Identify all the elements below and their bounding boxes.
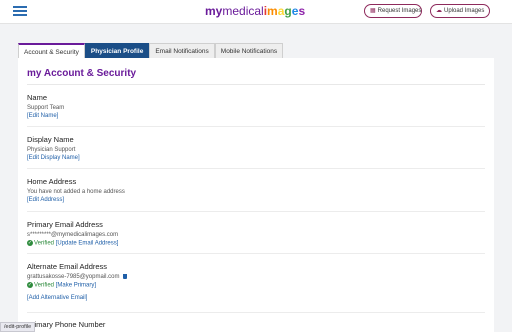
display-name-value: Physician Support <box>27 147 76 153</box>
request-images-button[interactable]: ▦ Request Images <box>364 4 422 18</box>
verified-label: Verified <box>34 240 55 247</box>
name-value: Support Team <box>27 105 65 111</box>
divider <box>27 211 485 212</box>
display-name-section: Display Name Physician Support [Edit Dis… <box>27 135 485 169</box>
divider <box>27 84 485 85</box>
request-icon: ▦ <box>370 8 376 14</box>
request-images-label: Request Images <box>377 8 422 14</box>
home-address-section: Home Address You have not added a home a… <box>27 177 485 212</box>
settings-tabs: Account & Security Physician Profile Ema… <box>18 43 284 58</box>
top-navigation-bar: mymedicalimages ▦ Request Images ☁ Uploa… <box>0 0 512 24</box>
alternate-email-status: ✓ Verified [Make Primary] <box>27 282 485 289</box>
edit-display-name-link[interactable]: [Edit Display Name] <box>27 155 485 161</box>
primary-email-section: Primary Email Address s*********@mymedic… <box>27 220 485 254</box>
divider <box>27 126 485 127</box>
alternate-email-value: grattusakosse-7985@yopmail.com <box>27 274 120 281</box>
make-primary-link[interactable]: [Make Primary] <box>56 283 96 289</box>
primary-email-label: Primary Email Address <box>27 220 103 229</box>
divider <box>27 312 485 313</box>
logo-medical: medical <box>222 4 264 18</box>
verified-label: Verified <box>34 282 55 289</box>
primary-phone-label: Primary Phone Number <box>27 320 106 329</box>
brand-logo[interactable]: mymedicalimages <box>205 3 305 19</box>
logo-my: my <box>205 4 223 18</box>
home-address-value: You have not added a home address <box>27 189 125 195</box>
name-section: Name Support Team [Edit Name] <box>27 93 485 127</box>
primary-phone-section: Primary Phone Number <box>27 320 485 329</box>
tab-mobile-notifications[interactable]: Mobile Notifications <box>214 43 284 58</box>
update-email-link[interactable]: [Update Email Address] <box>56 241 119 247</box>
check-circle-icon: ✓ <box>27 282 33 289</box>
divider <box>27 253 485 254</box>
tab-account-security[interactable]: Account & Security <box>18 43 85 58</box>
edit-name-link[interactable]: [Edit Name] <box>27 113 485 119</box>
display-name-label: Display Name <box>27 135 74 144</box>
divider <box>27 168 485 169</box>
status-url: /edit-profile <box>0 322 36 332</box>
account-security-panel: my Account & Security Name Support Team … <box>18 58 494 332</box>
add-alternative-email-link[interactable]: [Add Alternative Email] <box>27 295 485 301</box>
tab-email-notifications[interactable]: Email Notifications <box>149 43 215 58</box>
primary-email-status: ✓ Verified [Update Email Address] <box>27 240 485 247</box>
cloud-upload-icon: ☁ <box>436 8 442 14</box>
primary-email-value: s*********@mymedicalimages.com <box>27 232 119 238</box>
trash-icon[interactable] <box>123 274 128 279</box>
alternate-email-value-row: grattusakosse-7985@yopmail.com <box>27 274 485 280</box>
alternate-email-label: Alternate Email Address <box>27 262 108 271</box>
edit-address-link[interactable]: [Edit Address] <box>27 197 485 203</box>
upload-images-label: Upload Images <box>444 8 485 14</box>
alternate-email-section: Alternate Email Address grattusakosse-79… <box>27 262 485 313</box>
home-address-label: Home Address <box>27 177 77 186</box>
tab-physician-profile[interactable]: Physician Profile <box>84 43 150 58</box>
page-title: my Account & Security <box>27 68 137 79</box>
logo-images: images <box>263 4 306 18</box>
upload-images-button[interactable]: ☁ Upload Images <box>430 4 490 18</box>
hamburger-menu-icon[interactable] <box>13 5 27 17</box>
name-label: Name <box>27 93 48 102</box>
check-circle-icon: ✓ <box>27 240 33 246</box>
